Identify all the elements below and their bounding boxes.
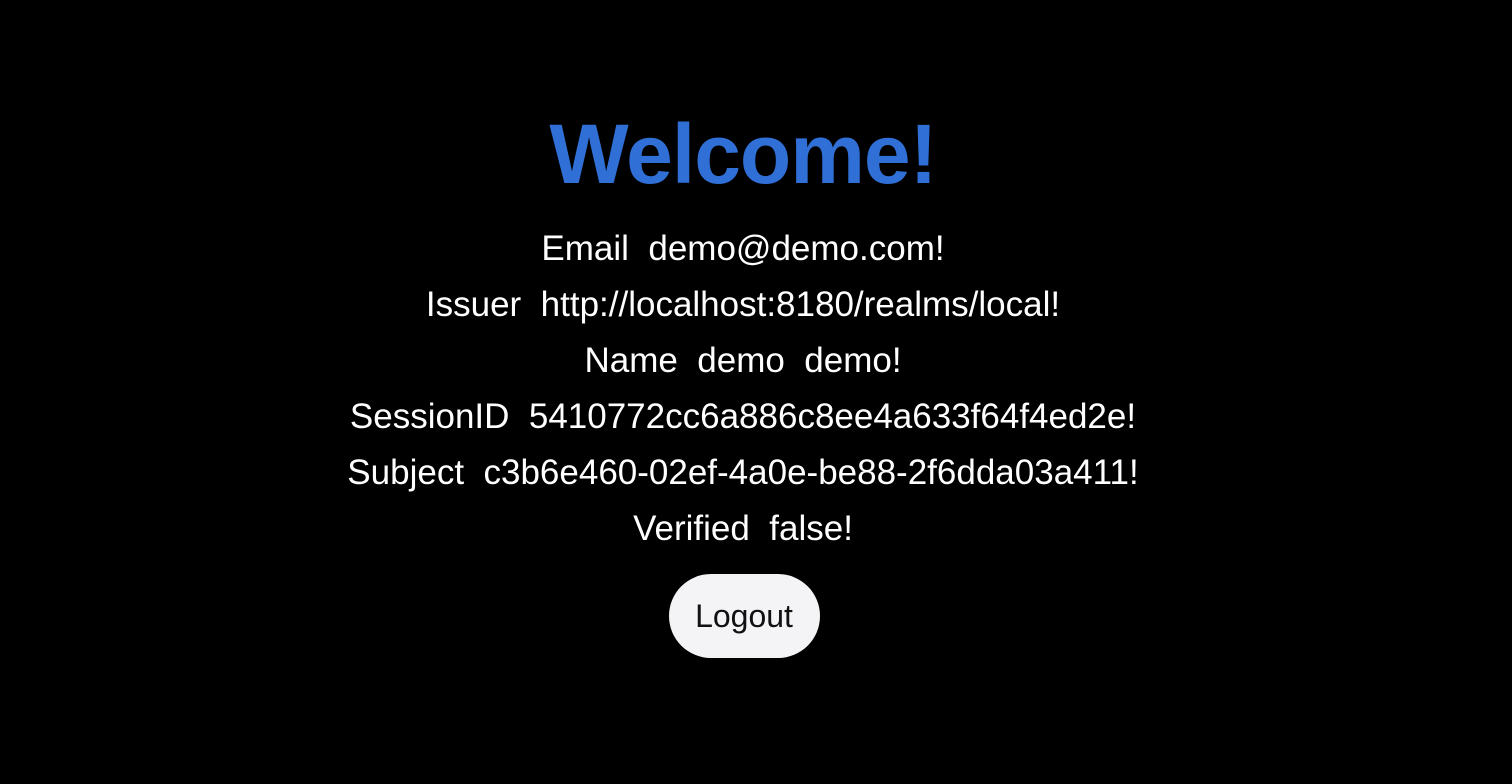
name-line: Name demo demo!: [584, 341, 902, 380]
verified-line: Verified false!: [633, 509, 853, 548]
email-line: Email demo@demo.com!: [541, 229, 945, 268]
welcome-heading: Welcome!: [549, 107, 937, 201]
page: Welcome! Email demo@demo.com! Issuer htt…: [0, 0, 1512, 784]
user-info: Email demo@demo.com! Issuer http://local…: [0, 221, 1486, 557]
subject-line: Subject c3b6e460-02ef-4a0e-be88-2f6dda03…: [347, 453, 1139, 492]
issuer-line: Issuer http://localhost:8180/realms/loca…: [425, 285, 1061, 324]
logout-button[interactable]: Logout: [668, 574, 820, 658]
session-id-line: SessionID 5410772cc6a886c8ee4a633f64f4ed…: [349, 397, 1137, 436]
logout-container: Logout: [0, 574, 1488, 658]
